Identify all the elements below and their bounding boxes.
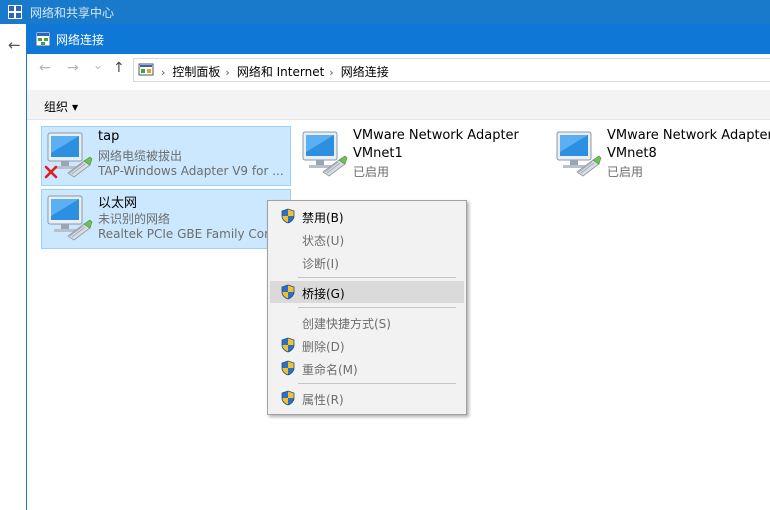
organize-label: 组织 <box>44 100 69 114</box>
forward-arrow-icon[interactable]: → <box>67 60 79 76</box>
menu-item-label: 删除(D) <box>302 340 345 354</box>
menu-separator <box>298 307 456 308</box>
background-window-titlebar[interactable]: 网络和共享中心 <box>0 0 770 24</box>
window-titlebar[interactable]: 网络连接 <box>27 24 770 54</box>
uac-shield-icon <box>280 337 296 353</box>
background-window-title: 网络和共享中心 <box>30 6 115 20</box>
menu-item-label: 诊断(I) <box>302 257 339 271</box>
menu-item-label: 属性(R) <box>302 393 344 407</box>
breadcrumb-separator-icon[interactable]: › <box>225 66 229 79</box>
menu-item-label: 状态(U) <box>302 234 345 248</box>
network-center-icon <box>8 5 22 19</box>
menu-item-rename[interactable]: 重命名(M) <box>270 357 464 379</box>
connection-status: 未识别的网络 <box>98 212 171 226</box>
menu-item-label: 禁用(B) <box>302 211 344 225</box>
connection-device: TAP-Windows Adapter V9 for ... <box>98 164 284 178</box>
uac-shield-icon <box>280 284 296 300</box>
connection-status: VMnet1 <box>353 146 403 161</box>
background-back-arrow-icon[interactable]: ← <box>8 36 21 54</box>
command-bar: 组织 ▼ <box>27 90 770 120</box>
network-connections-icon <box>35 31 51 47</box>
connection-item-tap[interactable]: tap 网络电缆被拔出 TAP-Windows Adapter V9 for .… <box>41 126 291 186</box>
breadcrumb-separator-icon[interactable]: › <box>329 66 333 79</box>
breadcrumb: › 控制面板 › 网络和 Internet › 网络连接 <box>161 63 389 80</box>
network-adapter-icon <box>553 130 603 178</box>
connection-device: 已启用 <box>353 165 390 179</box>
organize-menu-button[interactable]: 组织 ▼ <box>44 98 78 115</box>
menu-item-label: 重命名(M) <box>302 363 358 377</box>
connection-device: 已启用 <box>607 165 644 179</box>
menu-item-disable[interactable]: 禁用(B) <box>270 205 464 227</box>
connection-device: Realtek PCIe GBE Family Cont <box>98 227 277 241</box>
network-adapter-icon <box>299 130 349 178</box>
connection-item-vmnet1[interactable]: VMware Network Adapter VMnet1 已启用 <box>297 126 527 186</box>
context-menu: 禁用(B) 状态(U) 诊断(I) 桥接(G) 创建快捷方式(S) 删除(D) … <box>267 200 467 415</box>
connection-name: tap <box>98 129 120 144</box>
breadcrumb-network-internet[interactable]: 网络和 Internet <box>237 65 324 79</box>
menu-item-diagnose[interactable]: 诊断(I) <box>270 251 464 273</box>
menu-item-label: 创建快捷方式(S) <box>302 317 391 331</box>
uac-shield-icon <box>280 208 296 224</box>
control-panel-icon <box>138 63 154 76</box>
connection-status: 网络电缆被拔出 <box>98 149 183 163</box>
address-bar[interactable]: › 控制面板 › 网络和 Internet › 网络连接 <box>133 58 770 82</box>
menu-item-label: 桥接(G) <box>302 287 345 301</box>
recent-locations-chevron-icon[interactable]: ⌄ <box>93 58 103 72</box>
disconnected-x-icon <box>44 165 58 179</box>
address-row: ← → ⌄ ↑ › 控制面板 › 网络和 Internet › 网络连接 <box>27 54 770 86</box>
back-arrow-icon[interactable]: ← <box>39 60 51 76</box>
uac-shield-icon <box>280 390 296 406</box>
breadcrumb-control-panel[interactable]: 控制面板 <box>172 65 220 79</box>
breadcrumb-network-connections[interactable]: 网络连接 <box>341 65 389 79</box>
menu-item-bridge[interactable]: 桥接(G) <box>270 281 464 303</box>
connection-name: VMware Network Adapter <box>607 128 770 143</box>
uac-shield-icon <box>280 360 296 376</box>
menu-separator <box>298 277 456 278</box>
menu-item-create-shortcut[interactable]: 创建快捷方式(S) <box>270 311 464 333</box>
menu-item-delete[interactable]: 删除(D) <box>270 334 464 356</box>
menu-item-status[interactable]: 状态(U) <box>270 228 464 250</box>
connection-name: 以太网 <box>98 196 138 211</box>
menu-item-properties[interactable]: 属性(R) <box>270 387 464 409</box>
connection-status: VMnet8 <box>607 146 657 161</box>
window-title: 网络连接 <box>56 33 105 47</box>
connection-item-vmnet8[interactable]: VMware Network Adapter VMnet8 已启用 <box>551 126 770 186</box>
caret-down-icon: ▼ <box>72 103 79 112</box>
breadcrumb-separator-icon[interactable]: › <box>161 66 165 79</box>
network-adapter-icon <box>44 194 94 242</box>
menu-separator <box>298 383 456 384</box>
background-window-body <box>0 24 26 510</box>
connection-name: VMware Network Adapter <box>353 128 519 143</box>
connection-item-ethernet[interactable]: 以太网 未识别的网络 Realtek PCIe GBE Family Cont <box>41 189 291 249</box>
up-arrow-icon[interactable]: ↑ <box>113 60 125 76</box>
